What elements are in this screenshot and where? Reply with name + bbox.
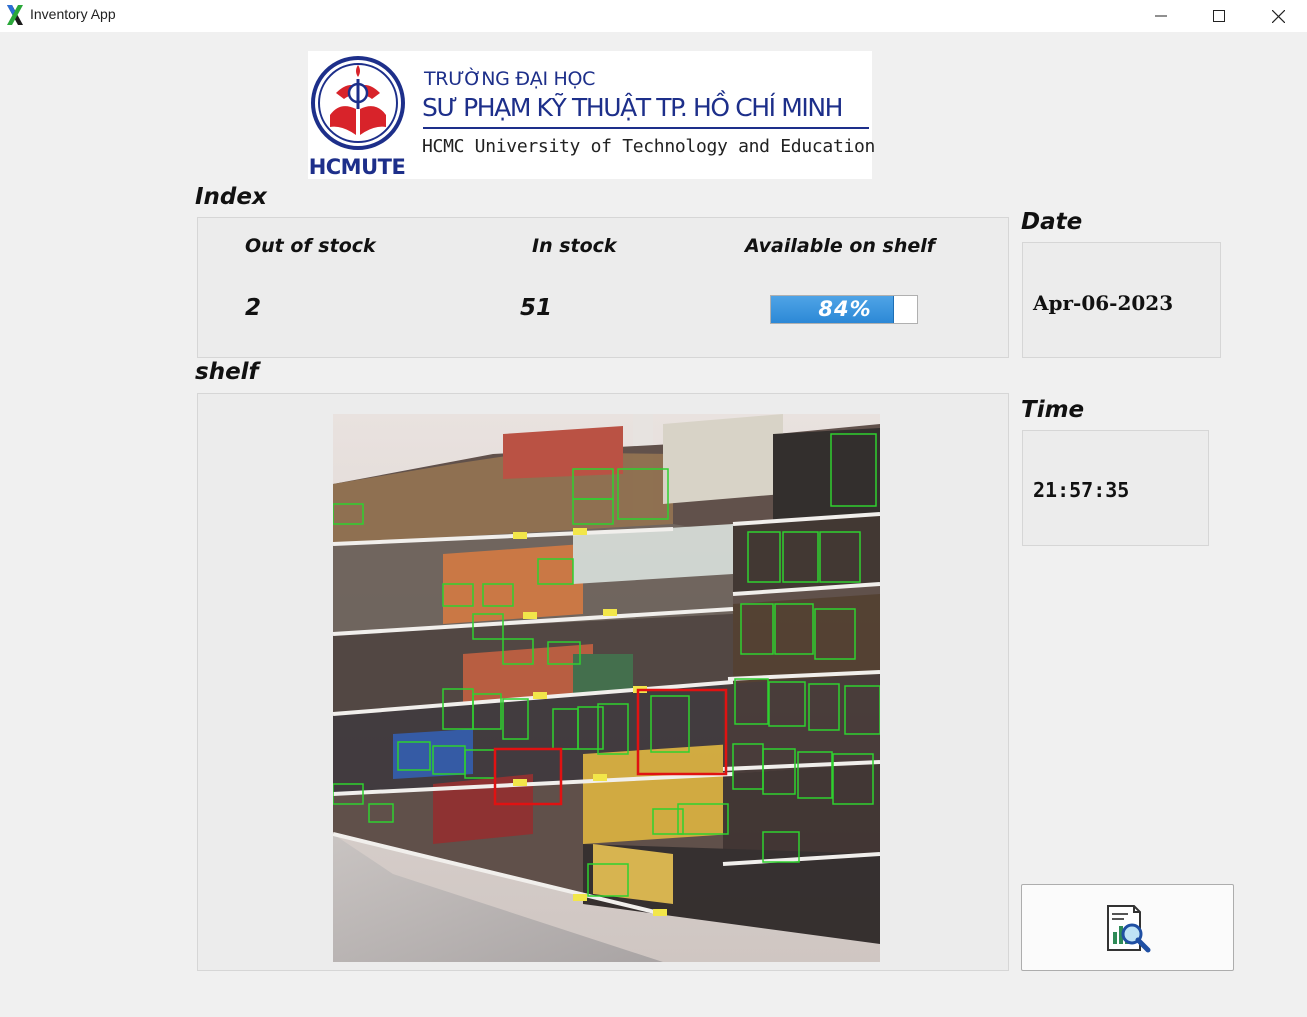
logo-university-name: SƯ PHẠM KỸ THUẬT TP. HỒ CHÍ MINH xyxy=(422,93,843,122)
date-value: Apr-06-2023 xyxy=(1033,291,1174,315)
date-section-label: Date xyxy=(1021,209,1083,235)
availability-percent-text: 84% xyxy=(818,297,872,321)
title-bar: Inventory App xyxy=(0,0,1307,32)
in-stock-value: 51 xyxy=(520,295,553,321)
close-button[interactable] xyxy=(1249,0,1307,32)
shelf-section-label: shelf xyxy=(195,359,259,385)
shelf-photo xyxy=(333,414,880,962)
available-on-shelf-label: Available on shelf xyxy=(745,235,936,257)
report-search-icon xyxy=(1106,904,1150,952)
maximize-icon xyxy=(1213,10,1225,22)
analyze-report-button[interactable] xyxy=(1021,884,1234,971)
in-stock-label: In stock xyxy=(532,235,617,257)
window-title: Inventory App xyxy=(30,6,116,22)
logo-divider xyxy=(423,127,869,129)
minimize-button[interactable] xyxy=(1132,0,1190,32)
out-of-stock-value: 2 xyxy=(245,295,262,321)
availability-progress-bar: 84% xyxy=(770,295,918,324)
university-seal-logo xyxy=(311,56,405,150)
close-icon xyxy=(1271,9,1285,23)
shelf-detection-image xyxy=(333,414,880,962)
university-logo-banner: HCMUTE TRƯỜNG ĐẠI HỌC SƯ PHẠM KỸ THUẬT T… xyxy=(308,51,876,179)
out-of-stock-label: Out of stock xyxy=(245,235,376,257)
logo-english-name: HCMC University of Technology and Educat… xyxy=(422,136,876,157)
minimize-icon xyxy=(1155,15,1167,17)
logo-abbreviation: HCMUTE xyxy=(308,155,406,179)
app-x-icon xyxy=(7,5,23,25)
maximize-button[interactable] xyxy=(1190,0,1248,32)
index-section-label: Index xyxy=(195,184,267,210)
time-value: 21:57:35 xyxy=(1033,478,1130,502)
logo-university-line: TRƯỜNG ĐẠI HỌC xyxy=(424,68,596,90)
time-section-label: Time xyxy=(1021,397,1085,423)
